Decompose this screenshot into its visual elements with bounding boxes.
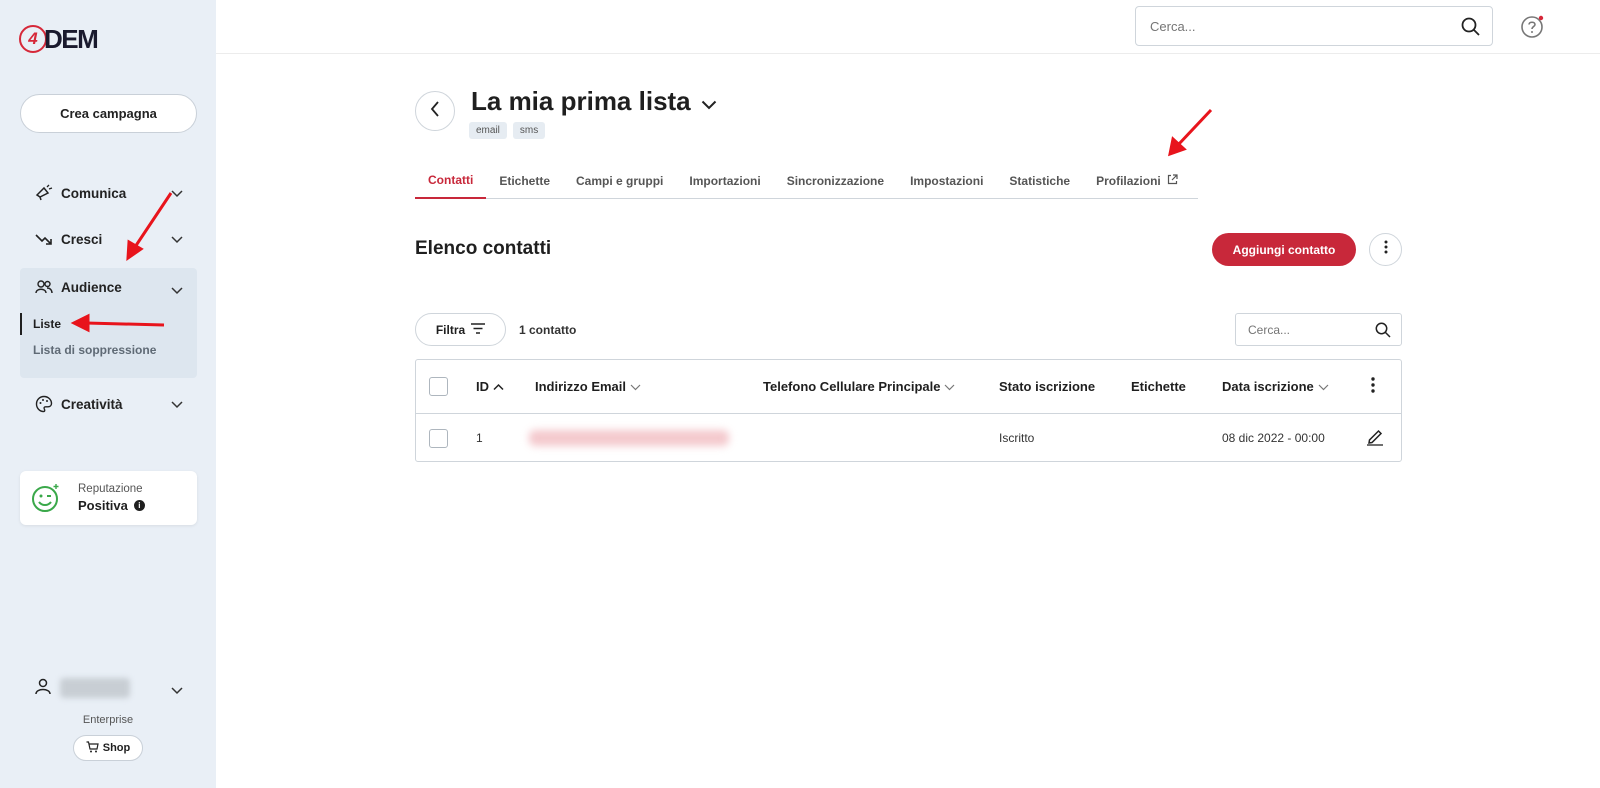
annotation-arrows bbox=[70, 108, 1213, 333]
annotation-arrow bbox=[1168, 108, 1213, 157]
annotation-arrow bbox=[70, 313, 165, 333]
app-root: 4 DEM Crea campagna Comunica Cresci Audi bbox=[0, 0, 1600, 788]
annotation-arrow bbox=[126, 192, 173, 261]
